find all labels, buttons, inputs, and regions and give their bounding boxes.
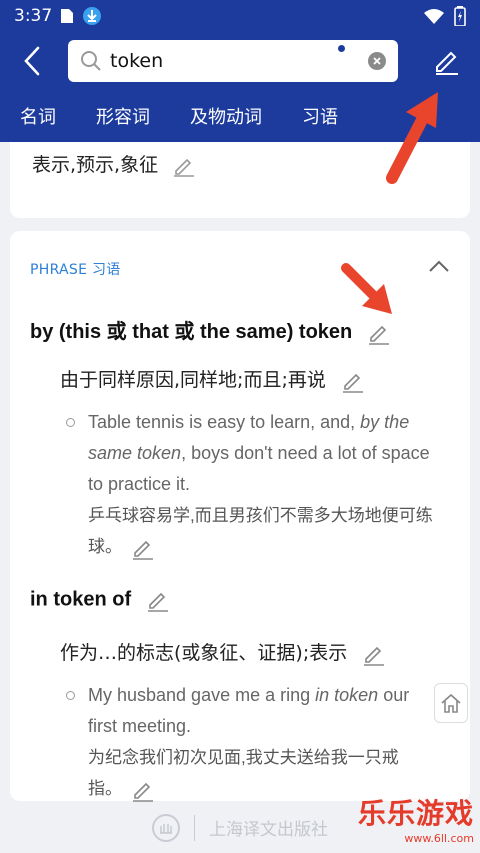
example-block: My husband gave me a ring in token our f… <box>66 680 418 804</box>
back-arrow-icon <box>24 46 40 76</box>
search-box[interactable] <box>68 40 398 82</box>
bullet-icon <box>66 418 75 427</box>
download-icon <box>82 6 102 26</box>
publisher-logo <box>152 813 180 842</box>
pencil-icon <box>436 51 458 75</box>
annotation-arrow-icon <box>341 263 392 314</box>
status-bar: 3:37 <box>0 0 480 32</box>
phrase-title: by (this 或 that 或 the same) token <box>30 315 392 345</box>
active-tab-indicator <box>338 45 345 52</box>
phrase-title-text: by (this 或 that 或 the same) token <box>30 321 353 343</box>
publisher-name: 上海译文出版社 <box>209 820 328 840</box>
footer-divider <box>194 814 195 841</box>
pencil-icon[interactable] <box>361 642 387 666</box>
example-english: Table tennis is easy to learn, and, by t… <box>88 412 430 494</box>
tab-transitive-verb[interactable]: 及物动词 <box>190 103 262 129</box>
top-bar <box>0 32 480 90</box>
edit-button[interactable] <box>428 42 466 80</box>
example-block: Table tennis is easy to learn, and, by t… <box>66 407 448 562</box>
pencil-icon[interactable] <box>340 369 366 393</box>
watermark: 乐乐游戏 www.6ll.com <box>358 792 474 845</box>
wifi-icon <box>424 8 444 24</box>
back-button[interactable] <box>10 39 54 83</box>
watermark-logo: 乐乐游戏 <box>357 797 474 830</box>
sense-line: 作为…的标志(或象征、证据);表示 <box>60 638 387 666</box>
pencil-icon[interactable] <box>130 778 156 802</box>
phrase-card: PHRASE 习语 by (this 或 that 或 the same) to… <box>10 231 470 804</box>
home-button[interactable] <box>434 683 468 723</box>
sim-card-icon <box>60 8 74 24</box>
phrase-section-header: PHRASE 习语 <box>30 262 121 278</box>
bullet-icon <box>66 691 75 700</box>
sense-text: 作为…的标志(或象征、证据);表示 <box>60 642 348 664</box>
battery-icon <box>454 6 466 26</box>
tab-noun[interactable]: 名词 <box>20 103 56 129</box>
definition-text: 表示,预示,象征 <box>32 154 159 176</box>
pencil-icon[interactable] <box>130 536 156 560</box>
phrase-title-text: in token of <box>30 588 132 611</box>
pencil-icon[interactable] <box>366 321 392 345</box>
search-icon <box>81 51 101 71</box>
tab-adjective[interactable]: 形容词 <box>96 103 150 129</box>
sense-line: 由于同样原因,同样地;而且;再说 <box>60 365 366 393</box>
phrase-title: in token of <box>30 588 171 612</box>
watermark-url: www.6ll.com <box>404 832 474 845</box>
clear-search-button[interactable] <box>368 52 386 70</box>
home-icon <box>441 693 461 713</box>
search-input[interactable] <box>110 50 368 72</box>
example-english: My husband gave me a ring in token our f… <box>88 685 410 736</box>
tab-idiom[interactable]: 习语 <box>302 103 338 129</box>
status-time: 3:37 <box>14 6 53 26</box>
chevron-up-icon <box>429 260 449 272</box>
example-chinese: 乒乓球容易学,而且男孩们不需多大场地便可练球。 <box>68 500 448 562</box>
sense-text: 由于同样原因,同样地;而且;再说 <box>60 369 326 391</box>
pencil-icon[interactable] <box>145 588 171 612</box>
close-icon <box>373 57 381 65</box>
collapse-button[interactable] <box>426 255 452 277</box>
pencil-icon[interactable] <box>172 155 196 177</box>
annotation-arrow-icon <box>386 92 438 184</box>
